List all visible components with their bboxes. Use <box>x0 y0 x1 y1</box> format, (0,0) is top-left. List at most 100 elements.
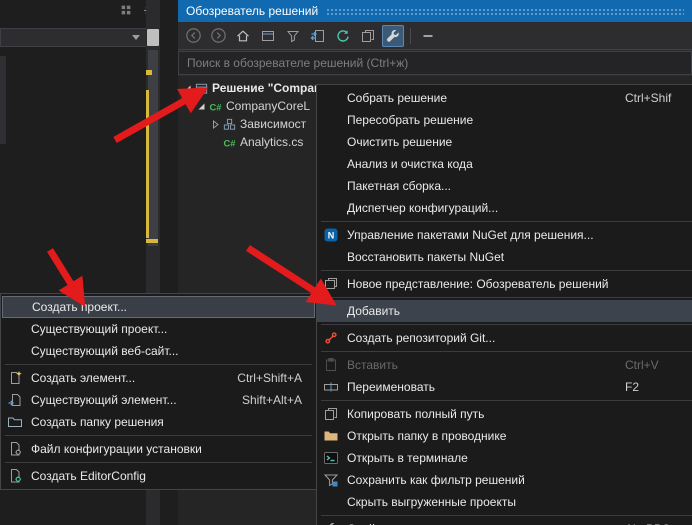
pending-changes-filter-button[interactable] <box>282 25 304 47</box>
menu-item-restore-nuget-packages[interactable]: Восстановить пакеты NuGet <box>317 246 692 268</box>
expander-expanded-icon[interactable] <box>194 100 208 113</box>
menu-item-label: Собрать решение <box>347 91 447 105</box>
menu-item-new-project[interactable]: Создать проект... <box>2 296 315 318</box>
menu-item-label: Новое представление: Обозреватель решени… <box>347 277 608 291</box>
menu-item-new-solution-explorer-view[interactable]: Новое представление: Обозреватель решени… <box>317 273 692 295</box>
menu-item-label: Существующий проект... <box>31 322 167 336</box>
dependencies-icon <box>222 117 240 132</box>
menu-separator <box>321 400 692 401</box>
modified-line-marker <box>146 239 158 243</box>
menu-item-new-item[interactable]: Создать элемент... Ctrl+Shift+A <box>1 367 316 389</box>
menu-item-label: Создать EditorConfig <box>31 469 146 483</box>
menu-item-code-cleanup[interactable]: Анализ и очистка кода <box>317 153 692 175</box>
switch-views-icon <box>260 28 276 44</box>
menu-item-installer-configuration-file[interactable]: Файл конфигурации установки <box>1 438 316 460</box>
forward-button[interactable] <box>207 25 229 47</box>
svg-text:N: N <box>328 231 335 241</box>
nuget-icon: N <box>323 227 347 243</box>
menu-separator <box>321 270 692 271</box>
home-button[interactable] <box>232 25 254 47</box>
menu-item-existing-web-site[interactable]: Существующий веб-сайт... <box>1 340 316 362</box>
tree-item-label: Analytics.cs <box>240 135 303 149</box>
menu-item-label: Пересобрать решение <box>347 113 473 127</box>
save-filter-icon <box>323 472 347 488</box>
show-all-files-button[interactable] <box>357 25 379 47</box>
menu-item-existing-project[interactable]: Существующий проект... <box>1 318 316 340</box>
scrollbar-splitter-grip[interactable] <box>147 29 159 46</box>
menu-separator <box>5 364 312 365</box>
menu-item-label: Файл конфигурации установки <box>31 442 202 456</box>
paste-icon <box>323 357 347 373</box>
properties-button[interactable] <box>382 25 404 47</box>
collapse-all-button[interactable] <box>417 25 439 47</box>
menu-item-copy-full-path[interactable]: Копировать полный путь <box>317 403 692 425</box>
left-scrollbar-strip[interactable] <box>0 56 6 144</box>
menu-item-batch-build[interactable]: Пакетная сборка... <box>317 175 692 197</box>
menu-item-label: Создать проект... <box>32 300 127 314</box>
new-item-icon <box>7 370 31 386</box>
menu-item-label: Открыть в терминале <box>347 451 468 465</box>
menu-item-label: Анализ и очистка кода <box>347 157 473 171</box>
menu-item-paste[interactable]: Вставить Ctrl+V <box>317 354 692 376</box>
terminal-icon <box>323 450 347 466</box>
more-options-icon[interactable] <box>118 2 134 18</box>
panel-title: Обозреватель решений <box>186 4 318 18</box>
menu-item-open-in-terminal[interactable]: Открыть в терминале <box>317 447 692 469</box>
installer-config-icon <box>7 441 31 457</box>
svg-text:C#: C# <box>224 138 237 148</box>
scrollbar-thumb[interactable] <box>148 50 158 246</box>
menu-item-rename[interactable]: Переименовать F2 <box>317 376 692 398</box>
expander-collapsed-icon[interactable] <box>208 118 222 131</box>
menu-item-shortcut: Ctrl+Shif <box>625 91 671 105</box>
menu-item-existing-item[interactable]: Существующий элемент... Shift+Alt+A <box>1 389 316 411</box>
solution-explorer-titlebar[interactable]: Обозреватель решений <box>178 0 692 22</box>
git-icon <box>323 330 347 346</box>
menu-separator <box>321 324 692 325</box>
menu-item-hide-unloaded-projects[interactable]: Скрыть выгруженные проекты <box>317 491 692 513</box>
menu-item-manage-nuget-packages[interactable]: N Управление пакетами NuGet для решения.… <box>317 224 692 246</box>
menu-item-save-as-solution-filter[interactable]: Сохранить как фильтр решений <box>317 469 692 491</box>
menu-item-add[interactable]: Добавить <box>317 300 692 322</box>
menu-item-create-git-repository[interactable]: Создать репозиторий Git... <box>317 327 692 349</box>
search-input[interactable] <box>178 51 692 75</box>
menu-item-rebuild-solution[interactable]: Пересобрать решение <box>317 109 692 131</box>
tree-item-label: Решение "Compan <box>212 81 321 95</box>
titlebar-grip <box>326 8 684 15</box>
menu-item-clean-solution[interactable]: Очистить решение <box>317 131 692 153</box>
sync-document-icon <box>310 28 326 44</box>
switch-views-button[interactable] <box>257 25 279 47</box>
menu-item-build-solution[interactable]: Собрать решение Ctrl+Shif <box>317 87 692 109</box>
show-all-files-icon <box>360 28 376 44</box>
solution-icon <box>194 81 212 96</box>
open-folder-icon <box>323 428 347 444</box>
modified-line-marker <box>146 70 152 75</box>
back-button[interactable] <box>182 25 204 47</box>
refresh-button[interactable] <box>332 25 354 47</box>
menu-item-label: Добавить <box>347 304 400 318</box>
sync-with-active-document-button[interactable] <box>307 25 329 47</box>
tree-item-label: CompanyCoreL <box>226 99 310 113</box>
menu-item-open-folder-in-explorer[interactable]: Открыть папку в проводнике <box>317 425 692 447</box>
menu-item-label: Создать папку решения <box>31 415 164 429</box>
menu-item-shortcut: F2 <box>625 380 639 394</box>
menu-item-configuration-manager[interactable]: Диспетчер конфигураций... <box>317 197 692 219</box>
wrench-icon <box>385 28 401 44</box>
add-submenu: Создать проект... Существующий проект...… <box>0 293 317 490</box>
menu-item-label: Пакетная сборка... <box>347 179 451 193</box>
csharp-project-icon: C# <box>208 99 226 114</box>
menu-item-label: Копировать полный путь <box>347 407 484 421</box>
menu-item-label: Сохранить как фильтр решений <box>347 473 525 487</box>
chevron-down-icon <box>132 35 140 40</box>
copy-path-icon <box>323 406 347 422</box>
properties-wrench-icon <box>323 521 347 525</box>
menu-item-add-editorconfig[interactable]: Создать EditorConfig <box>1 465 316 487</box>
menu-separator <box>5 462 312 463</box>
refresh-icon <box>335 28 351 44</box>
expander-expanded-icon[interactable] <box>180 82 194 95</box>
menu-item-label: Создать элемент... <box>31 371 135 385</box>
menu-item-new-solution-folder[interactable]: Создать папку решения <box>1 411 316 433</box>
menu-separator <box>321 221 692 222</box>
new-view-icon <box>323 276 347 292</box>
editor-navigation-bar[interactable] <box>0 28 147 47</box>
menu-item-properties[interactable]: Свойства Alt+ВВО <box>317 518 692 525</box>
